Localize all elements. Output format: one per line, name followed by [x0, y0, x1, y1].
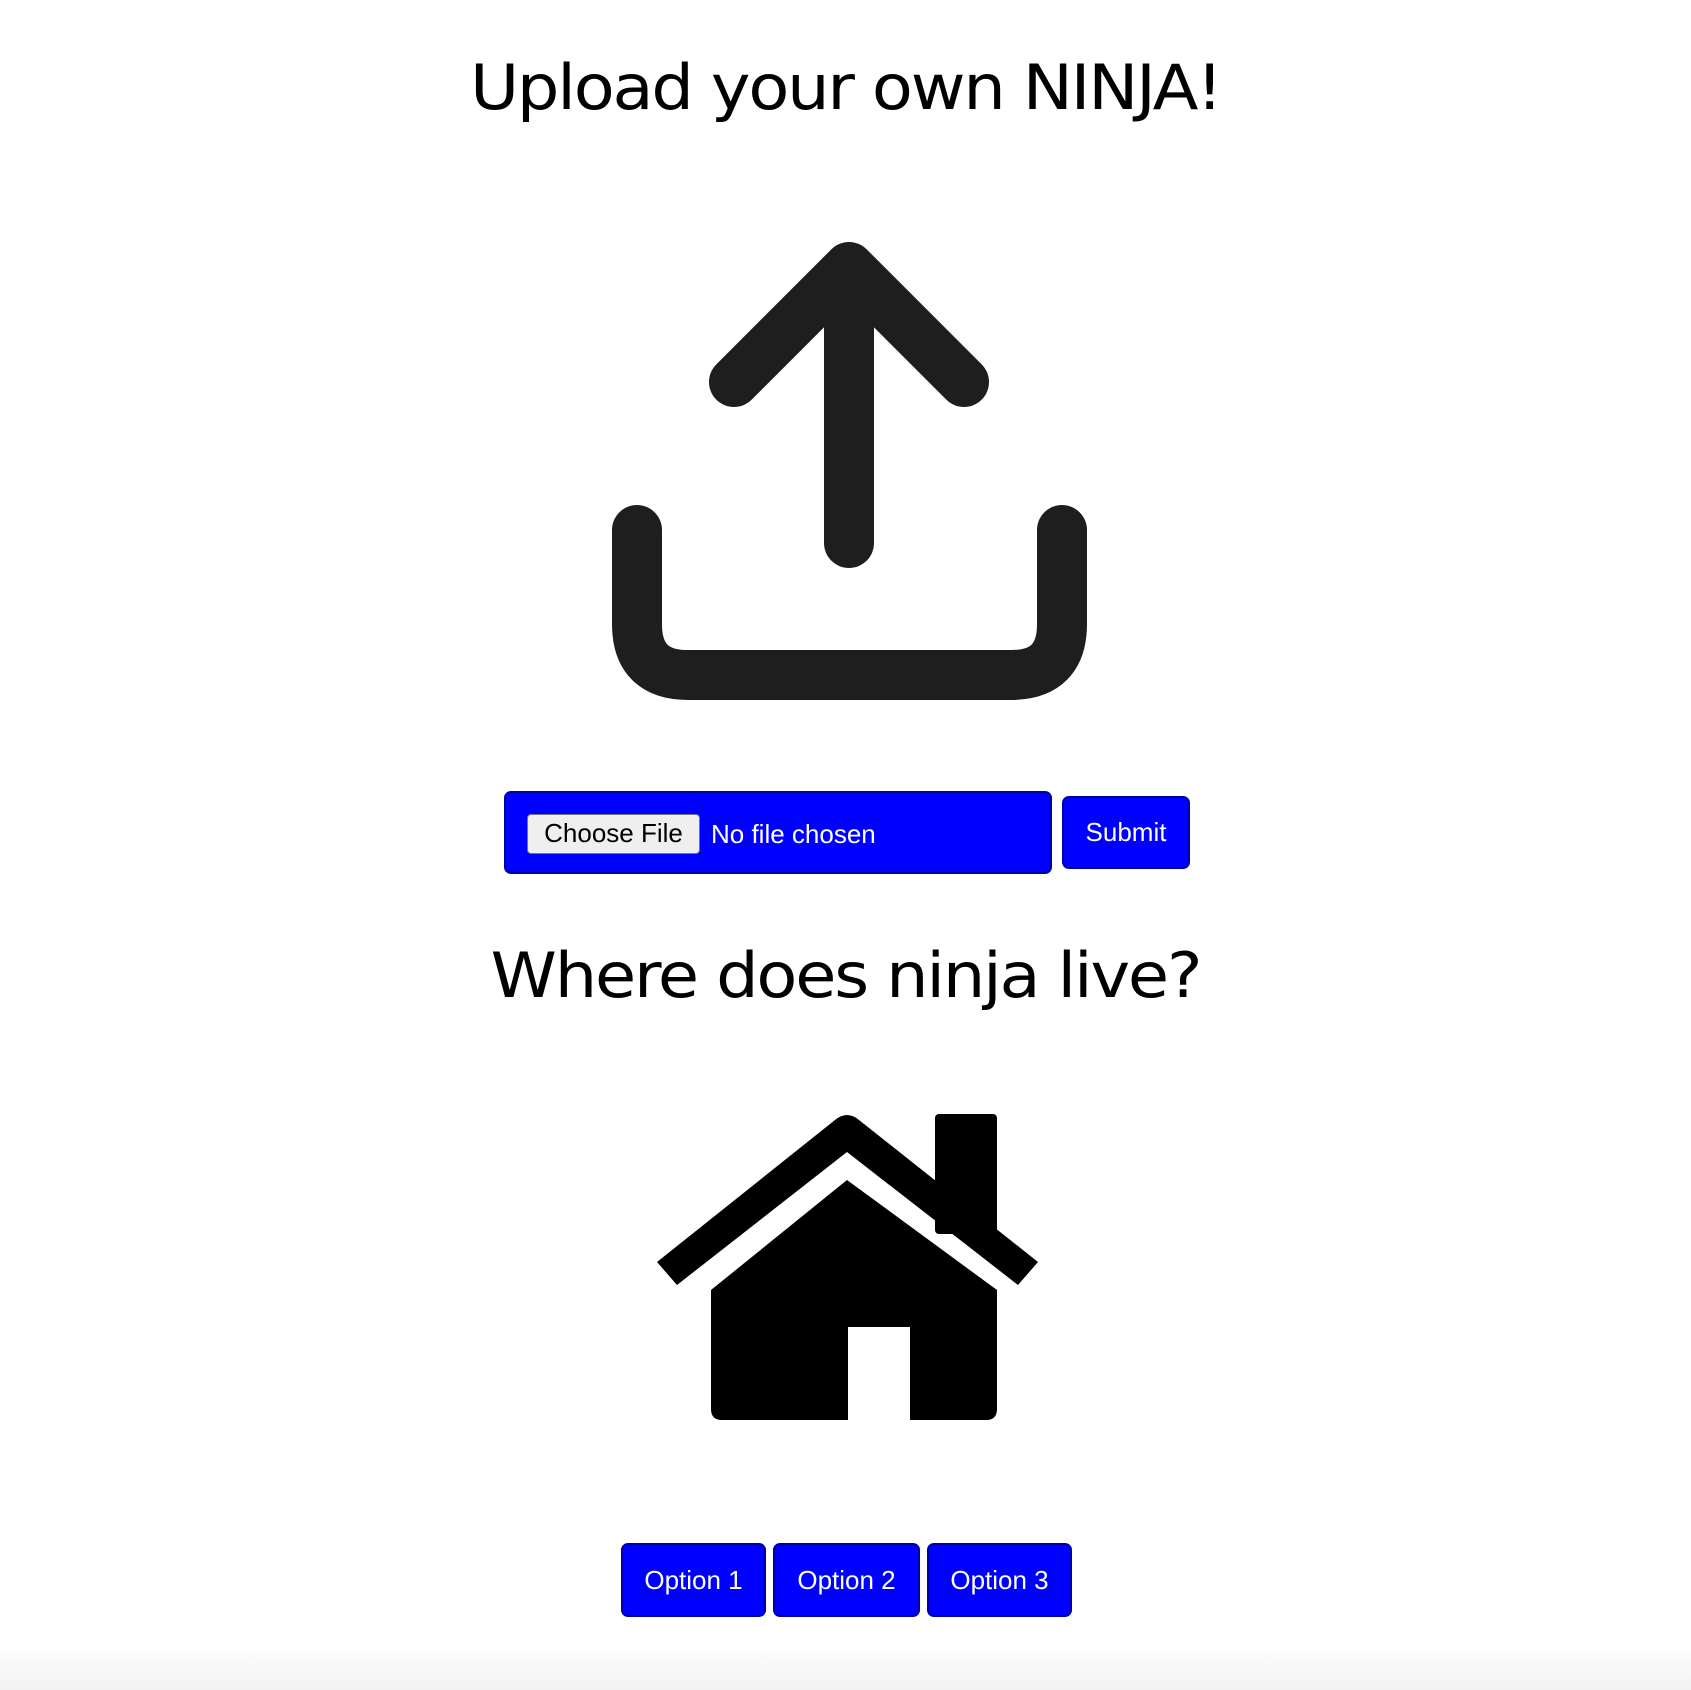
- submit-button[interactable]: Submit: [1062, 796, 1190, 869]
- page: Upload your own NINJA! Choose File No fi…: [0, 0, 1691, 1690]
- upload-title: Upload your own NINJA!: [470, 51, 1223, 124]
- file-status-text: No file chosen: [711, 819, 876, 849]
- option-1-button[interactable]: Option 1: [621, 1543, 766, 1617]
- option-3-button[interactable]: Option 3: [927, 1543, 1072, 1617]
- page-bottom-edge: [0, 1644, 1691, 1690]
- file-upload-field[interactable]: Choose File No file chosen: [504, 791, 1052, 874]
- upload-icon: [612, 242, 1087, 700]
- choose-file-button[interactable]: Choose File: [527, 814, 700, 854]
- option-2-button[interactable]: Option 2: [773, 1543, 920, 1617]
- house-icon: [657, 1114, 1038, 1420]
- location-title: Where does ninja live?: [490, 939, 1203, 1012]
